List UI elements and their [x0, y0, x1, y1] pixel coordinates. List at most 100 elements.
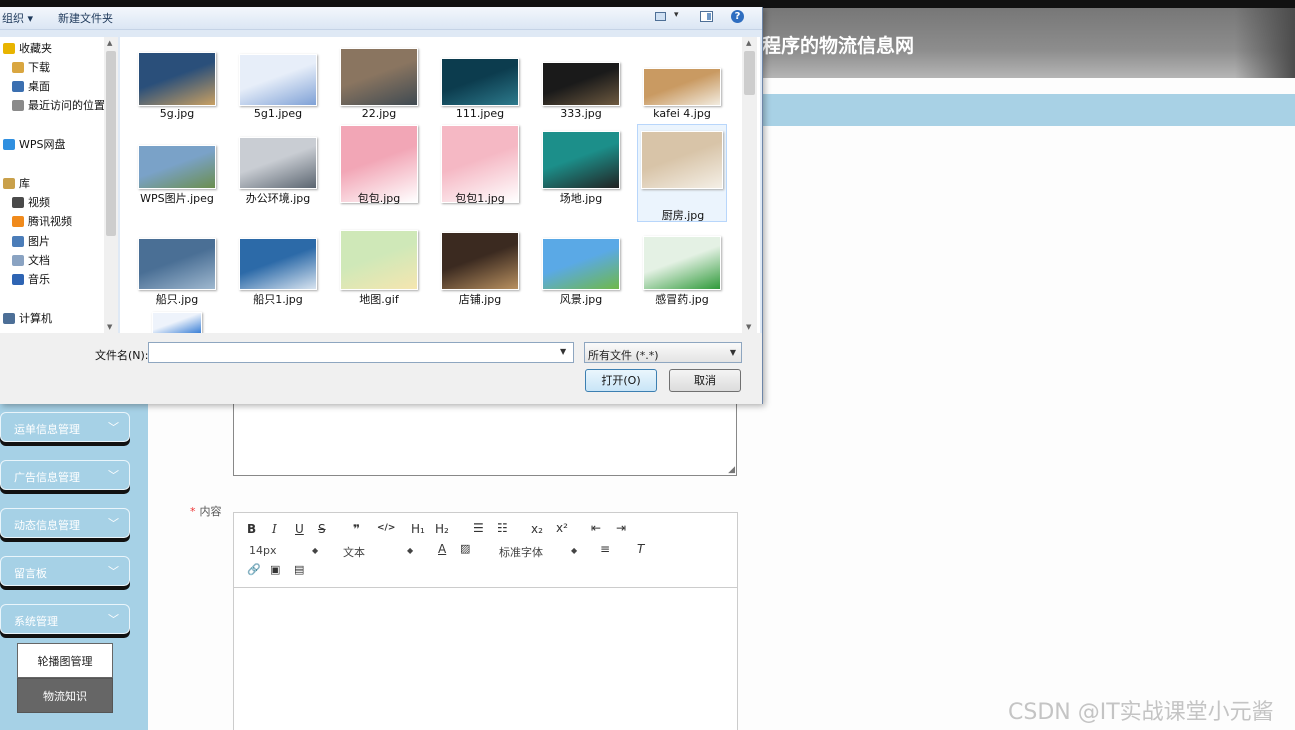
rich-text-editor[interactable]: B I U S ❞ </> H₁ H₂ ☰ ☷ x₂ x² ⇤ ⇥ 14px ◆…: [233, 512, 738, 730]
nav-item-label: 文档: [28, 254, 50, 267]
ordered-list-icon[interactable]: ☰: [473, 521, 484, 535]
nav-item-label: 音乐: [28, 273, 50, 286]
outdent-icon[interactable]: ⇤: [591, 521, 601, 535]
file-item[interactable]: 厨房.jpg: [637, 124, 727, 222]
file-name: 店铺.jpg: [458, 293, 502, 306]
bold-button[interactable]: B: [247, 522, 256, 536]
clear-format-icon[interactable]: T: [637, 542, 644, 556]
nav-item[interactable]: 最近访问的位置: [12, 97, 105, 113]
file-item[interactable]: 地图.gif: [334, 224, 424, 322]
h2-button[interactable]: H₂: [435, 522, 449, 536]
underline-button[interactable]: U: [295, 522, 304, 536]
scroll-up-icon[interactable]: ▲: [746, 39, 751, 47]
summary-textarea[interactable]: ◢: [233, 398, 737, 476]
file-item[interactable]: 风景.jpg: [536, 224, 626, 322]
nav-item[interactable]: 收藏夹: [3, 40, 52, 56]
video-icon[interactable]: ▤: [294, 563, 304, 576]
file-thumbnail: [641, 131, 723, 189]
file-name: 感冒药.jpg: [655, 293, 709, 306]
nav-item[interactable]: 文档: [12, 252, 50, 268]
file-item[interactable]: 感冒药.jpg: [637, 224, 727, 322]
image-icon[interactable]: ▣: [270, 563, 280, 576]
file-item[interactable]: 办公环境.jpg: [233, 123, 323, 221]
file-name: 22.jpg: [361, 107, 397, 120]
watermark: CSDN @IT实战课堂小元酱: [1008, 700, 1274, 725]
italic-button[interactable]: I: [272, 522, 277, 536]
indent-icon[interactable]: ⇥: [616, 521, 626, 535]
new-folder-button[interactable]: 新建文件夹: [58, 10, 113, 26]
align-icon[interactable]: ≡: [600, 542, 610, 556]
file-item[interactable]: 包包1.jpg: [435, 123, 525, 221]
file-scrollbar[interactable]: ▲ ▼: [742, 37, 757, 333]
change-view-icon[interactable]: [655, 12, 666, 21]
chevron-down-icon[interactable]: ▼: [560, 347, 566, 356]
help-icon[interactable]: ?: [731, 10, 744, 23]
menu-system[interactable]: 系统管理 ﹀: [0, 604, 130, 634]
menu-news[interactable]: 动态信息管理 ﹀: [0, 508, 130, 538]
nav-item[interactable]: 桌面: [12, 78, 50, 94]
menu-ads[interactable]: 广告信息管理 ﹀: [0, 460, 130, 490]
file-thumbnail: [542, 62, 620, 106]
file-item[interactable]: [132, 307, 222, 333]
file-name: 船只.jpg: [155, 293, 199, 306]
nav-item[interactable]: 腾讯视频: [12, 213, 72, 229]
menu-waybill[interactable]: 运单信息管理 ﹀: [0, 412, 130, 442]
scroll-thumb[interactable]: [744, 51, 755, 95]
file-thumbnail: [542, 131, 620, 189]
scroll-up-icon[interactable]: ▲: [107, 39, 112, 47]
link-icon[interactable]: 🔗: [247, 563, 261, 576]
bullet-list-icon[interactable]: ☷: [497, 521, 508, 535]
code-button[interactable]: </>: [377, 523, 395, 533]
resize-handle-icon[interactable]: ◢: [728, 466, 735, 475]
chevron-down-icon: ﹀: [108, 517, 119, 530]
nav-item[interactable]: 下载: [12, 59, 50, 75]
nav-item[interactable]: 计算机: [3, 310, 52, 326]
file-item[interactable]: 包包.jpg: [334, 123, 424, 221]
background-color-icon[interactable]: ▨: [460, 542, 470, 555]
nav-item[interactable]: 图片: [12, 233, 50, 249]
nav-item[interactable]: WPS网盘: [3, 136, 66, 152]
file-item[interactable]: WPS图片.jpeg: [132, 123, 222, 221]
nav-item[interactable]: 音乐: [12, 271, 50, 287]
subscript-button[interactable]: x₂: [531, 522, 543, 536]
star-icon: [3, 42, 15, 54]
menu-messages[interactable]: 留言板 ﹀: [0, 556, 130, 586]
superscript-button[interactable]: x²: [556, 521, 568, 535]
file-name: 包包.jpg: [357, 192, 401, 205]
nav-item[interactable]: 视频: [12, 194, 50, 210]
blockquote-button[interactable]: ❞: [353, 522, 360, 536]
file-thumbnail: [138, 145, 216, 189]
file-thumbnail: [441, 232, 519, 290]
file-thumbnail: [152, 312, 202, 333]
file-item[interactable]: 店铺.jpg: [435, 224, 525, 322]
block-type-select[interactable]: 文本: [343, 544, 365, 560]
select-arrows-icon: ◆: [312, 546, 319, 555]
chevron-down-icon[interactable]: ▾: [674, 10, 679, 20]
font-size-select[interactable]: 14px: [249, 544, 277, 557]
filetype-select[interactable]: 所有文件 (*.*) ▼: [584, 342, 742, 363]
submenu-carousel[interactable]: 轮播图管理: [17, 643, 113, 678]
nav-item[interactable]: 库: [3, 175, 30, 191]
file-item[interactable]: 场地.jpg: [536, 123, 626, 221]
font-color-icon[interactable]: A: [438, 542, 446, 556]
file-item[interactable]: 船只1.jpg: [233, 224, 323, 322]
file-name: WPS图片.jpeg: [140, 192, 214, 205]
nav-scrollbar[interactable]: ▲ ▼: [104, 37, 118, 333]
preview-pane-icon[interactable]: [700, 11, 713, 22]
file-name: 船只1.jpg: [253, 293, 303, 306]
h1-button[interactable]: H₁: [411, 522, 425, 536]
scroll-down-icon[interactable]: ▼: [107, 323, 112, 331]
open-button[interactable]: 打开(O): [585, 369, 657, 392]
nav-item-label: 腾讯视频: [28, 215, 72, 228]
tencent-video-icon: [12, 215, 24, 227]
scroll-down-icon[interactable]: ▼: [746, 323, 751, 331]
organize-button[interactable]: 组织 ▾: [2, 10, 33, 26]
file-name: 地图.gif: [359, 293, 399, 306]
cancel-button[interactable]: 取消: [669, 369, 741, 392]
submenu-logistics-knowledge[interactable]: 物流知识: [17, 678, 113, 713]
strike-button[interactable]: S: [318, 522, 326, 536]
filename-input[interactable]: [148, 342, 574, 363]
library-icon: [3, 177, 15, 189]
scroll-thumb[interactable]: [106, 51, 116, 236]
font-family-select[interactable]: 标准字体: [499, 544, 543, 560]
